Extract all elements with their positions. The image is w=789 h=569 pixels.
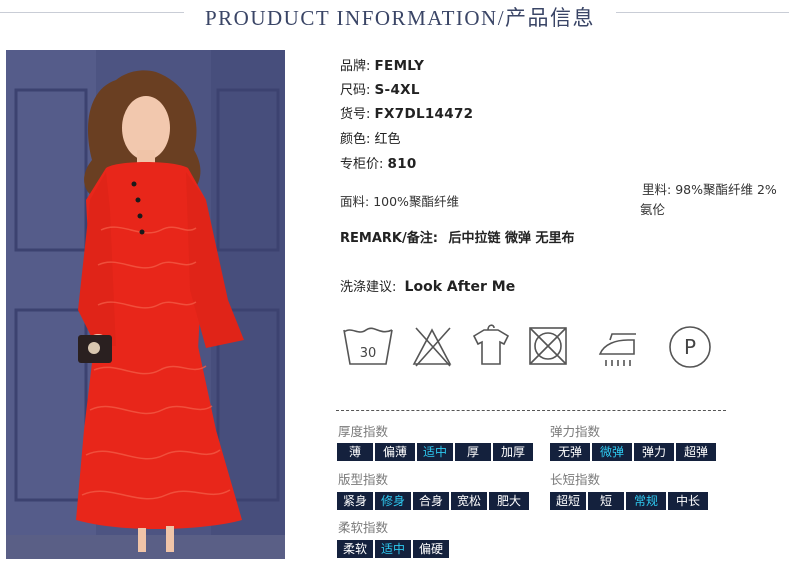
thickness-option-3: 厚 xyxy=(455,443,491,461)
wash-value: Look After Me xyxy=(404,279,516,295)
index-divider xyxy=(336,410,726,411)
length-index-title: 长短指数 xyxy=(550,472,601,487)
elasticity-option-0: 无弹 xyxy=(550,443,590,461)
softness-option-2: 偏硬 xyxy=(413,540,449,558)
spec-item-no: 货号: FX7DL14472 xyxy=(340,103,473,122)
elasticity-option-3: 超弹 xyxy=(676,443,716,461)
dry-clean-p-icon: P xyxy=(669,326,711,368)
fit-option-4: 肥大 xyxy=(489,492,529,510)
elasticity-option-2: 弹力 xyxy=(634,443,674,461)
page-title: PROUDUCT INFORMATION/产品信息 xyxy=(205,6,596,30)
spec-color-label: 颜色: xyxy=(340,132,371,147)
no-tumble-dry-icon xyxy=(529,327,567,365)
softness-index-row: 柔软 适中 偏硬 xyxy=(337,540,449,558)
spec-item-no-value: FX7DL14472 xyxy=(374,106,474,122)
softness-option-1: 适中 xyxy=(375,540,411,558)
spec-size-value: S-4XL xyxy=(374,82,420,98)
length-option-0: 超短 xyxy=(550,492,586,510)
spec-color-value: 红色 xyxy=(374,132,401,147)
spec-brand-label: 品牌: xyxy=(340,59,371,74)
thickness-option-1: 偏薄 xyxy=(375,443,415,461)
svg-text:30: 30 xyxy=(360,346,377,361)
fabric-value: 100%聚酯纤维 xyxy=(373,194,459,209)
lining-info: 里料: 98%聚酯纤维 2%氨伦 xyxy=(640,180,785,220)
fabric-info: 面料: 100%聚酯纤维 xyxy=(340,191,459,210)
wash-advice: 洗涤建议: Look After Me xyxy=(340,276,515,295)
length-option-3: 中长 xyxy=(668,492,708,510)
length-index-row: 超短短常规 中长 xyxy=(550,492,708,510)
softness-index-title: 柔软指数 xyxy=(338,520,389,535)
product-photo xyxy=(6,50,285,559)
thickness-option-4: 加厚 xyxy=(493,443,533,461)
spec-brand-value: FEMLY xyxy=(374,58,425,74)
spec-size: 尺码: S-4XL xyxy=(340,79,420,98)
softness-option-0: 柔软 xyxy=(337,540,373,558)
thickness-index-row: 薄偏薄 适中厚加厚 xyxy=(337,443,533,461)
spec-color: 颜色: 红色 xyxy=(340,128,401,147)
hang-dry-icon xyxy=(472,324,510,365)
wash-30-icon: 30 xyxy=(343,327,393,365)
remark-label: REMARK/备注: xyxy=(340,231,438,246)
header-line-right xyxy=(616,12,789,13)
spec-price-value: 810 xyxy=(387,156,417,172)
spec-price: 专柜价: 810 xyxy=(340,153,417,172)
elasticity-option-1: 微弹 xyxy=(592,443,632,461)
care-icons: 30 P xyxy=(343,324,711,368)
thickness-index-title: 厚度指数 xyxy=(338,424,389,439)
wash-label: 洗涤建议: xyxy=(340,280,397,295)
thickness-option-2: 适中 xyxy=(417,443,453,461)
no-bleach-icon xyxy=(412,327,452,367)
thickness-option-0: 薄 xyxy=(337,443,373,461)
length-option-2: 常规 xyxy=(626,492,666,510)
fit-index-title: 版型指数 xyxy=(338,472,389,487)
remark-value: 后中拉链 微弹 无里布 xyxy=(448,231,575,246)
header-line-left xyxy=(0,12,184,13)
fabric-label: 面料: xyxy=(340,194,370,209)
length-option-1: 短 xyxy=(588,492,624,510)
fit-option-0: 紧身 xyxy=(337,492,373,510)
remark: REMARK/备注: 后中拉链 微弹 无里布 xyxy=(340,227,575,246)
iron-icon xyxy=(598,333,636,366)
spec-item-no-label: 货号: xyxy=(340,107,371,122)
lining-label: 里料: xyxy=(642,182,672,197)
fit-option-2: 合身 xyxy=(413,492,449,510)
svg-text:P: P xyxy=(684,335,696,359)
spec-price-label: 专柜价: xyxy=(340,157,384,172)
elasticity-index-title: 弹力指数 xyxy=(550,424,601,439)
fit-option-3: 宽松 xyxy=(451,492,487,510)
fit-index-row: 紧身 修身 合身 宽松 肥大 xyxy=(337,492,529,510)
elasticity-index-row: 无弹 微弹 弹力 超弹 xyxy=(550,443,716,461)
spec-brand: 品牌: FEMLY xyxy=(340,55,424,74)
spec-size-label: 尺码: xyxy=(340,83,371,98)
fit-option-1: 修身 xyxy=(375,492,411,510)
